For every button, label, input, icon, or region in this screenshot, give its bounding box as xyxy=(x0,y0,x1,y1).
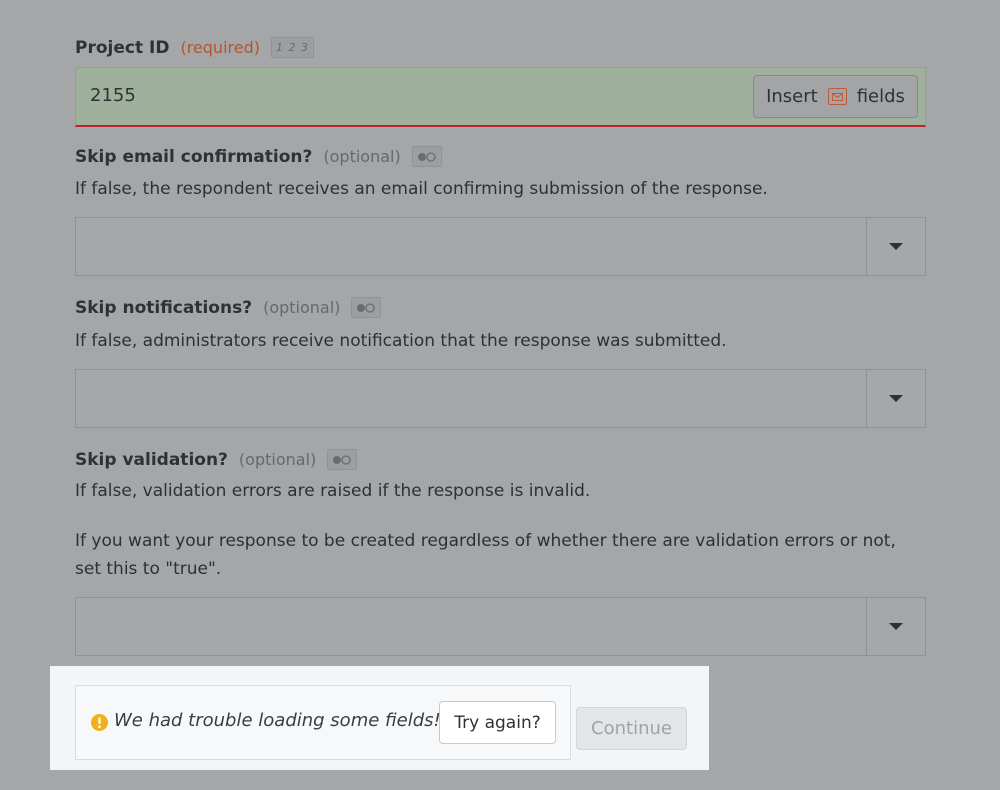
caret-down-icon xyxy=(889,242,903,250)
optional-marker: (optional) xyxy=(323,147,401,166)
continue-button[interactable]: Continue xyxy=(576,707,687,750)
skip-validation-label: Skip validation? (optional) xyxy=(75,449,358,470)
project-id-label: Project ID (required) 1 2 3 xyxy=(75,37,314,58)
skip-validation-help-extra-line1: If you want your response to be created … xyxy=(75,531,896,551)
exclamation-circle-icon xyxy=(91,714,108,735)
skip-email-select[interactable] xyxy=(75,217,926,276)
optional-marker: (optional) xyxy=(238,450,317,469)
skip-email-help: If false, the respondent receives an ema… xyxy=(75,179,768,199)
skip-notifications-help: If false, administrators receive notific… xyxy=(75,331,727,351)
project-id-value[interactable]: 2155 xyxy=(90,85,136,106)
skip-notifications-label: Skip notifications? (optional) xyxy=(75,297,382,318)
envelope-icon xyxy=(827,88,847,105)
insert-button-label: Insert xyxy=(766,86,818,107)
skip-validation-select[interactable] xyxy=(75,597,926,656)
optional-marker: (optional) xyxy=(263,298,341,317)
skip-notifications-label-text: Skip notifications? xyxy=(75,297,253,318)
toggle-type-icon xyxy=(411,146,442,167)
number-type-icon: 1 2 3 xyxy=(270,37,314,58)
insert-button-label-suffix: fields xyxy=(856,86,905,107)
skip-email-label-text: Skip email confirmation? xyxy=(75,146,313,167)
skip-email-dropdown-toggle[interactable] xyxy=(866,218,925,275)
toggle-type-icon xyxy=(351,297,382,318)
project-id-input[interactable]: 2155 Insert fields xyxy=(75,67,926,127)
skip-validation-help-extra-line2: set this to "true". xyxy=(75,559,222,579)
skip-notifications-dropdown-toggle[interactable] xyxy=(866,370,925,427)
insert-fields-button[interactable]: Insert fields xyxy=(753,75,918,118)
try-again-button[interactable]: Try again? xyxy=(439,701,556,744)
caret-down-icon xyxy=(889,622,903,630)
skip-validation-dropdown-toggle[interactable] xyxy=(866,598,925,655)
load-error-panel: We had trouble loading some fields! Try … xyxy=(50,666,709,770)
load-error-alert: We had trouble loading some fields! Try … xyxy=(75,685,571,760)
skip-validation-help: If false, validation errors are raised i… xyxy=(75,481,591,501)
skip-email-label: Skip email confirmation? (optional) xyxy=(75,146,442,167)
skip-notifications-select[interactable] xyxy=(75,369,926,428)
caret-down-icon xyxy=(889,394,903,402)
skip-validation-label-text: Skip validation? xyxy=(75,449,228,470)
toggle-type-icon xyxy=(327,449,358,470)
project-id-label-text: Project ID xyxy=(75,37,170,58)
load-error-message: We had trouble loading some fields! xyxy=(114,710,441,731)
required-marker: (required) xyxy=(180,38,260,57)
